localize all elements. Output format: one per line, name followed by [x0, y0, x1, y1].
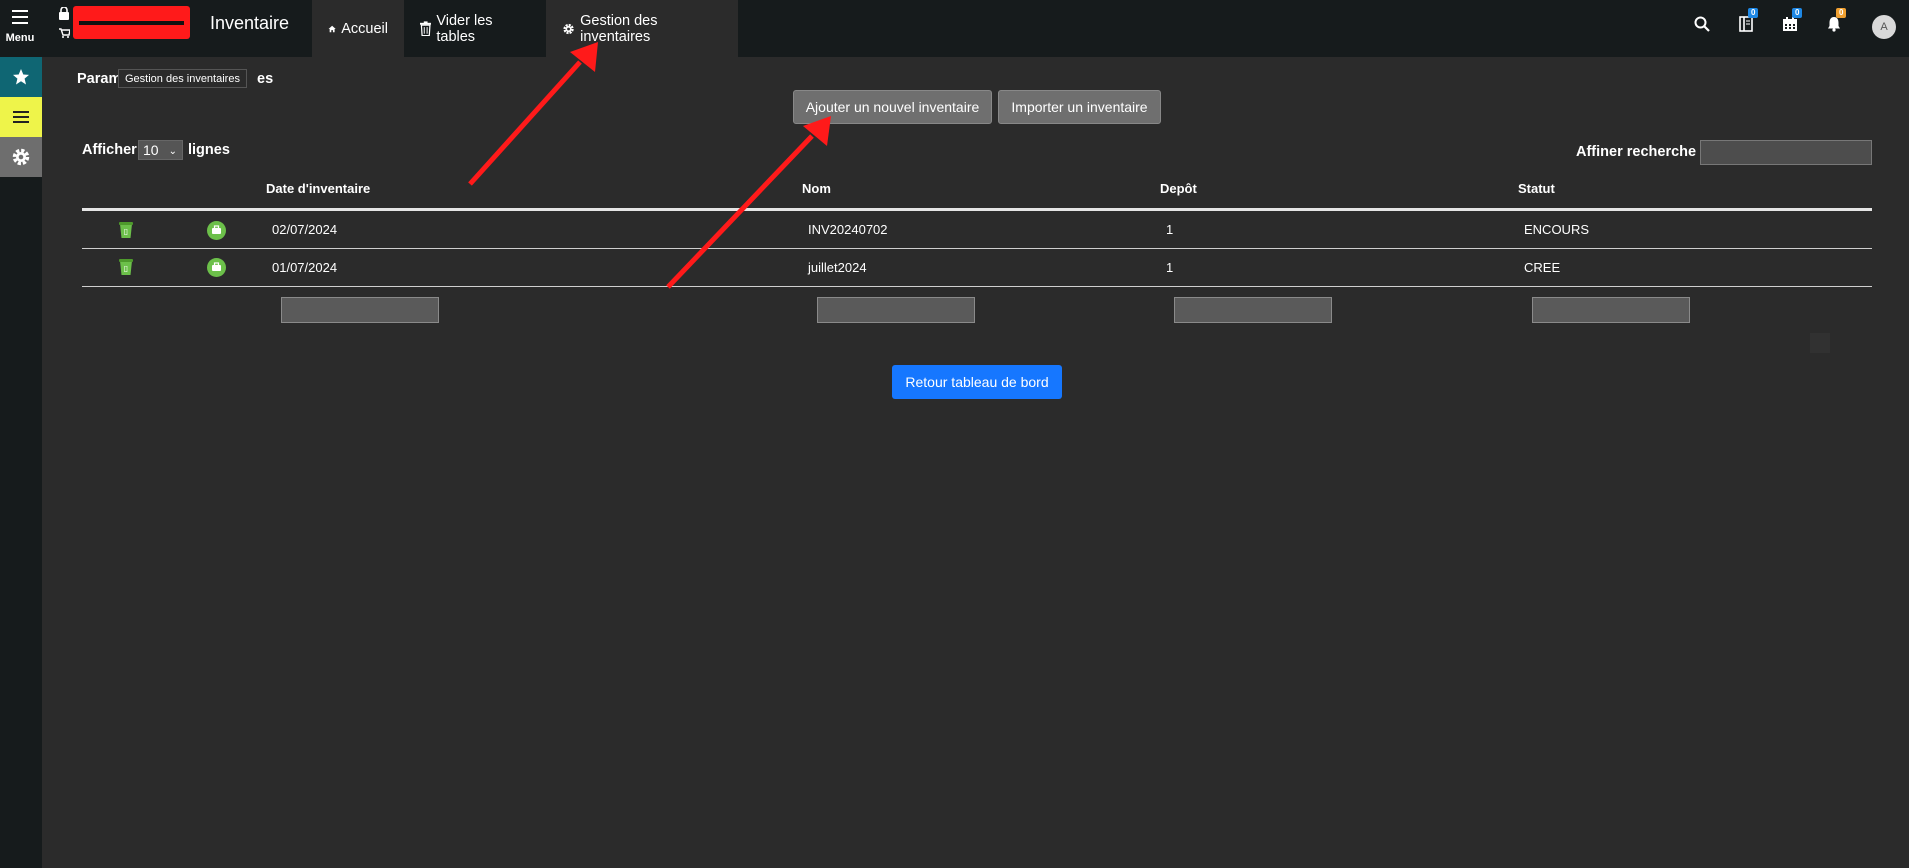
- import-inventory-button[interactable]: Importer un inventaire: [998, 90, 1161, 124]
- tab-vider-label: Vider les tables: [436, 12, 493, 45]
- lines-label: lignes: [188, 142, 230, 158]
- filter-date-input[interactable]: [281, 297, 439, 323]
- svg-text:▯: ▯: [124, 264, 128, 273]
- cell-name: juillet2024: [808, 260, 867, 275]
- page-title-start: Param: [77, 71, 122, 87]
- cell-name: INV20240702: [808, 222, 888, 237]
- app-title: Inventaire: [210, 13, 290, 33]
- trash-icon: [420, 21, 432, 36]
- cell-depot: 1: [1166, 222, 1174, 237]
- menu-button[interactable]: Menu: [0, 0, 40, 57]
- menu-label: Menu: [5, 32, 35, 44]
- tab-gestion-des-inventaires[interactable]: Gestion des inventaires: [546, 0, 738, 57]
- page-title: Param es: [77, 71, 273, 87]
- tab-vider-les-tables[interactable]: Vider les tables: [404, 0, 546, 57]
- annotation-arrows: [468, 42, 831, 289]
- home-icon: [328, 25, 336, 32]
- bell-badge: 0: [1836, 8, 1847, 18]
- left-sidebar: [0, 57, 42, 868]
- filter-depot-input[interactable]: [1174, 297, 1332, 323]
- back-to-dashboard-button[interactable]: Retour tableau de bord: [892, 365, 1062, 399]
- avatar[interactable]: A: [1872, 15, 1896, 39]
- table-header-divider: [82, 208, 1872, 211]
- gear-icon: [563, 23, 574, 34]
- sidebar-item-list[interactable]: [0, 97, 42, 137]
- pagination[interactable]: [1810, 333, 1830, 353]
- hamburger-icon: [12, 10, 28, 28]
- cell-status: CREE: [1524, 260, 1561, 275]
- cell-date: 02/07/2024: [272, 222, 338, 237]
- lock-icon: [59, 6, 71, 38]
- logo-icons: [58, 6, 71, 46]
- rows-per-page-value: 10: [143, 142, 159, 158]
- list-icon: [13, 111, 29, 123]
- cell-status: ENCOURS: [1524, 222, 1590, 237]
- book-icon[interactable]: 0: [1738, 8, 1759, 34]
- top-navbar: Menu Inventaire Accueil Vider les tables…: [0, 0, 1909, 57]
- calendar-badge: 0: [1792, 8, 1803, 18]
- search-label: Affiner recherche: [1576, 144, 1697, 160]
- redacted-logo: [73, 6, 190, 39]
- delete-row-icon[interactable]: ▯: [118, 258, 134, 281]
- open-inventory-icon[interactable]: [207, 221, 226, 245]
- gear-icon: [12, 148, 30, 166]
- chevron-down-icon: ⌄: [168, 146, 177, 157]
- tooltip: Gestion des inventaires: [118, 69, 247, 88]
- sidebar-item-favorites[interactable]: [0, 57, 42, 97]
- delete-row-icon[interactable]: ▯: [118, 221, 134, 244]
- add-inventory-button[interactable]: Ajouter un nouvel inventaire: [793, 90, 992, 124]
- column-header-nom[interactable]: Nom: [802, 181, 831, 196]
- filter-nom-input[interactable]: [817, 297, 975, 323]
- calendar-icon[interactable]: 0: [1782, 8, 1803, 34]
- page-title-end: es: [257, 71, 274, 87]
- show-label: Afficher: [82, 142, 137, 158]
- bell-icon[interactable]: 0: [1826, 8, 1847, 34]
- arrow-to-add-button: [666, 134, 814, 289]
- column-header-date[interactable]: Date d'inventaire: [266, 181, 370, 196]
- cell-depot: 1: [1166, 260, 1174, 275]
- tab-gestion-label: Gestion des inventaires: [580, 12, 658, 45]
- cell-date: 01/07/2024: [272, 260, 338, 275]
- column-header-statut[interactable]: Statut: [1518, 181, 1555, 196]
- row-divider: [82, 286, 1872, 287]
- tab-accueil[interactable]: Accueil: [312, 0, 404, 57]
- star-icon: [13, 69, 29, 85]
- row-divider: [82, 248, 1872, 249]
- search-input[interactable]: [1700, 140, 1872, 165]
- arrow-to-tab: [468, 60, 582, 186]
- svg-text:▯: ▯: [124, 227, 128, 236]
- open-inventory-icon[interactable]: [207, 258, 226, 282]
- tab-accueil-label: Accueil: [341, 20, 388, 37]
- search-icon[interactable]: [1694, 16, 1712, 34]
- sidebar-item-settings[interactable]: [0, 137, 42, 177]
- rows-per-page-select[interactable]: 10 ⌄: [138, 140, 183, 160]
- book-badge: 0: [1748, 8, 1759, 18]
- column-header-depot[interactable]: Depôt: [1160, 181, 1197, 196]
- filter-statut-input[interactable]: [1532, 297, 1690, 323]
